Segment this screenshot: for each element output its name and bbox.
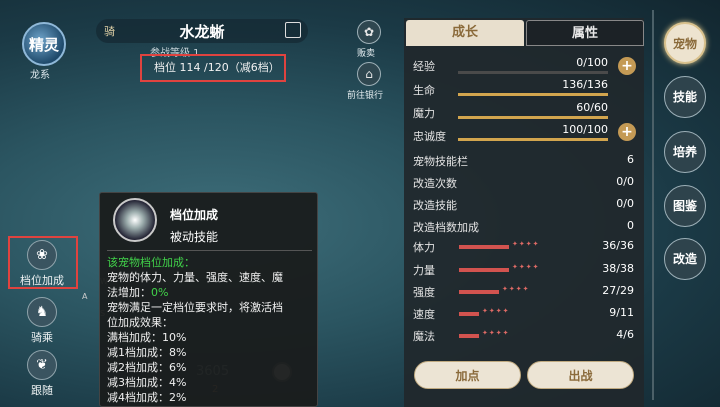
hp-value: 136/136: [562, 78, 608, 91]
tooltip-line: 法增加：0%: [107, 286, 169, 299]
exp-add-button[interactable]: +: [618, 57, 636, 75]
info-value: 0: [627, 219, 634, 232]
stat-label: 体力: [413, 241, 435, 254]
mp-value: 60/60: [576, 101, 608, 114]
info-label: 改造档数加成: [413, 221, 479, 234]
stat-value: 9/11: [609, 306, 634, 319]
nav-skills[interactable]: 技能: [664, 76, 706, 118]
stat-dots: ✦✦✦✦: [502, 285, 530, 293]
sell-button[interactable]: ✿: [357, 20, 381, 44]
stat-dots: ✦✦✦✦: [512, 240, 540, 248]
exp-bar: [458, 71, 608, 74]
element-caption: 龙系: [30, 70, 50, 81]
info-value: 6: [627, 153, 634, 166]
element-avatar[interactable]: 精灵: [22, 22, 66, 66]
mp-bar-fill: [458, 116, 608, 119]
bank-label: 前往银行: [347, 91, 384, 101]
nav-train[interactable]: 培养: [664, 131, 706, 173]
info-value: 0/0: [616, 175, 634, 188]
stat-value: 27/29: [602, 284, 634, 297]
ride-label: 骑乘: [31, 331, 53, 344]
stat-bar: [459, 312, 479, 316]
tab-attributes[interactable]: 属性: [526, 20, 644, 46]
stat-label: 速度: [413, 308, 435, 321]
hp-bar: [458, 93, 608, 96]
stat-label: 力量: [413, 264, 435, 277]
stat-bar: [459, 334, 479, 338]
stat-value: 36/36: [602, 239, 634, 252]
battle-button[interactable]: 出战: [527, 361, 634, 389]
stat-label: 强度: [413, 286, 435, 299]
grade-text: 档位 114 /120（减6档）: [154, 61, 280, 74]
stat-bar: [459, 245, 509, 249]
burst-icon: [113, 198, 157, 242]
sell-label: 贩卖: [357, 49, 376, 59]
tooltip-effect: 减1档加成：8%: [107, 346, 187, 359]
add-points-button[interactable]: 加点: [414, 361, 521, 389]
nav-codex[interactable]: 图鉴: [664, 185, 706, 227]
stat-dots: ✦✦✦✦: [482, 329, 510, 337]
tooltip-effect: 满档加成：10%: [107, 331, 187, 344]
stat-dots: ✦✦✦✦: [512, 263, 540, 271]
tooltip-line: 位加成效果：: [107, 316, 173, 329]
tooltip-type: 被动技能: [170, 230, 219, 244]
edit-icon[interactable]: [285, 22, 301, 38]
footprint-icon: ❦: [27, 350, 57, 380]
nav-pet[interactable]: 宠物: [664, 22, 706, 64]
saddle-icon: ♞: [27, 297, 57, 327]
tree-icon: ❀: [27, 240, 57, 270]
tooltip-effect: 减2档加成：6%: [107, 361, 187, 374]
stat-value: 4/6: [616, 328, 634, 341]
grade-bonus-button[interactable]: ❀ 档位加成: [20, 240, 64, 288]
info-label: 宠物技能栏: [413, 155, 468, 168]
grade-bonus-label: 档位加成: [20, 274, 64, 287]
avatar-glyph: 精灵: [28, 35, 59, 54]
tooltip-body: 该宠物档位加成： 宠物的体力、力量、强度、速度、魔 法增加：0% 宠物满足一定档…: [107, 255, 317, 405]
tooltip-effect: 减4档加成：2%: [107, 391, 187, 404]
info-label: 改造次数: [413, 177, 457, 190]
loyalty-value: 100/100: [562, 123, 608, 136]
tooltip-line: 宠物的体力、力量、强度、速度、魔: [107, 271, 283, 284]
tooltip-title: 档位加成: [170, 208, 219, 222]
tooltip-divider: [107, 250, 312, 251]
hp-label: 生命: [413, 84, 435, 97]
bank-button[interactable]: ⌂: [357, 62, 381, 86]
loyalty-add-button[interactable]: +: [618, 123, 636, 141]
ride-button[interactable]: ♞ 骑乘: [20, 297, 64, 345]
tooltip-line: 宠物满足一定档位要求时，将激活档: [107, 301, 283, 314]
loyalty-label: 忠诚度: [413, 130, 446, 143]
info-label: 改造技能: [413, 199, 457, 212]
bank-icon: ⌂: [357, 62, 381, 86]
loyalty-bar: [458, 138, 608, 141]
stat-value: 38/38: [602, 262, 634, 275]
follow-label: 跟随: [31, 384, 53, 397]
paw-icon: ✿: [357, 20, 381, 44]
hp-bar-fill: [458, 93, 608, 96]
tab-growth[interactable]: 成长: [406, 20, 524, 46]
stat-bar: [459, 290, 499, 294]
follow-button[interactable]: ❦ 跟随: [20, 350, 64, 398]
stat-dots: ✦✦✦✦: [482, 307, 510, 315]
stat-bar: [459, 268, 509, 272]
loyalty-bar-fill: [458, 138, 608, 141]
tooltip-effect: 减3档加成：4%: [107, 376, 187, 389]
exp-value: 0/100: [576, 56, 608, 69]
side-letter-a: A: [82, 292, 88, 301]
exp-label: 经验: [413, 60, 435, 73]
tooltip-percent: 0%: [151, 286, 169, 299]
mp-label: 魔力: [413, 107, 435, 120]
tooltip-heading: 该宠物档位加成：: [107, 256, 195, 269]
nav-modify[interactable]: 改造: [664, 238, 706, 280]
pet-name: 水龙蜥: [179, 23, 225, 41]
stat-label: 魔法: [413, 330, 435, 343]
info-value: 0/0: [616, 197, 634, 210]
nav-rail: [652, 10, 654, 400]
mp-bar: [458, 116, 608, 119]
